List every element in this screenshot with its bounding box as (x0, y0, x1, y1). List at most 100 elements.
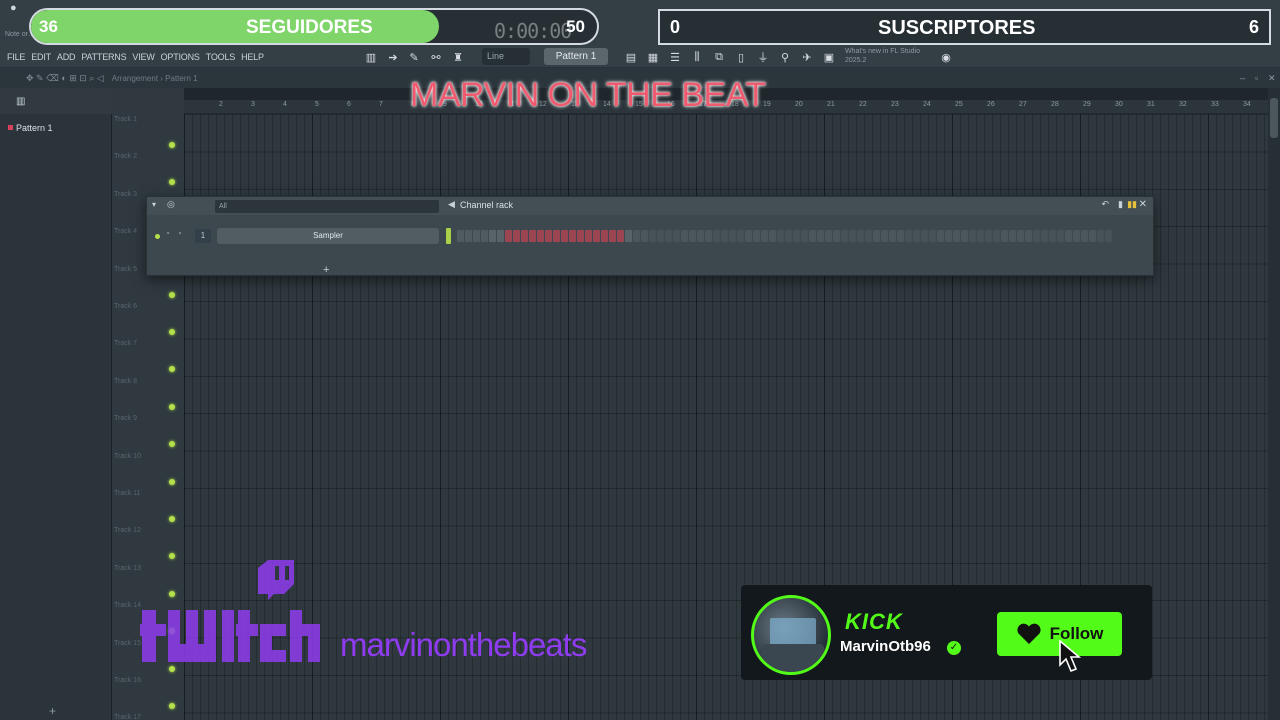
volume-knob-icon[interactable]: ◔ (177, 229, 182, 238)
step-button[interactable] (673, 230, 680, 242)
track-mute-led[interactable] (169, 478, 175, 485)
step-button[interactable] (825, 230, 832, 242)
track-label[interactable]: Track 10 (114, 453, 141, 460)
group-filter[interactable]: All (215, 200, 439, 213)
step-button[interactable] (585, 230, 592, 242)
step-button[interactable] (537, 230, 544, 242)
track-label[interactable]: Track 15 (114, 640, 141, 647)
channel-led[interactable] (155, 234, 160, 239)
step-button[interactable] (1049, 230, 1056, 242)
vertical-scrollbar[interactable] (1268, 88, 1280, 720)
step-button[interactable] (809, 230, 816, 242)
track-mute-led[interactable] (169, 403, 175, 410)
track-label[interactable]: Track 2 (114, 153, 137, 160)
step-button[interactable] (697, 230, 704, 242)
step-button[interactable] (521, 230, 528, 242)
steps-icon[interactable]: ▮▮ (1127, 199, 1137, 210)
channel-name-button[interactable]: Sampler (217, 228, 439, 244)
step-button[interactable] (833, 230, 840, 242)
step-button[interactable] (793, 230, 800, 242)
menu-tools[interactable]: TOOLS (203, 52, 238, 62)
pattern-select[interactable]: Pattern 1 (544, 48, 608, 65)
track-mute-led[interactable] (169, 516, 175, 522)
step-button[interactable] (969, 230, 976, 242)
edison-icon[interactable]: ⚲ (776, 48, 794, 66)
step-button[interactable] (857, 230, 864, 242)
arrow-icon[interactable]: ➔ (384, 48, 402, 66)
step-button[interactable] (937, 230, 944, 242)
step-button[interactable] (641, 230, 648, 242)
channel-number[interactable]: 1 (195, 229, 211, 243)
track-label[interactable]: Track 7 (114, 340, 137, 347)
track-label[interactable]: Track 11 (114, 490, 140, 497)
track-label[interactable]: Track 6 (114, 303, 137, 310)
step-button[interactable] (929, 230, 936, 242)
step-button[interactable] (1001, 230, 1008, 242)
track-label[interactable]: Track 12 (114, 527, 141, 534)
step-button[interactable] (993, 230, 1000, 242)
step-button[interactable] (617, 230, 624, 242)
step-button[interactable] (1017, 230, 1024, 242)
track-label[interactable]: Track 4 (114, 228, 137, 235)
step-button[interactable] (657, 230, 664, 242)
step-button[interactable] (473, 230, 480, 242)
step-button[interactable] (1057, 230, 1064, 242)
step-button[interactable] (649, 230, 656, 242)
add-pattern-button[interactable]: + (49, 704, 56, 718)
playlist-tools-icon[interactable]: ✥ ✎ ⌫ ◐ ⊞ ⊡ ⌕ ◁ (26, 73, 104, 84)
step-button[interactable] (553, 230, 560, 242)
step-button[interactable] (481, 230, 488, 242)
track-label[interactable]: Track 9 (114, 415, 137, 422)
step-button[interactable] (601, 230, 608, 242)
step-button[interactable] (913, 230, 920, 242)
breadcrumb[interactable]: Arrangement › Pattern 1 (112, 74, 198, 83)
add-channel-button[interactable]: + (323, 264, 329, 276)
step-button[interactable] (705, 230, 712, 242)
step-button[interactable] (961, 230, 968, 242)
globe-icon[interactable]: ◉ (937, 48, 955, 66)
step-button[interactable] (753, 230, 760, 242)
step-button[interactable] (633, 230, 640, 242)
menu-view[interactable]: VIEW (129, 52, 157, 62)
stamp-icon[interactable]: ♜ (449, 48, 467, 66)
step-button[interactable] (457, 230, 464, 242)
step-button[interactable] (689, 230, 696, 242)
track-label[interactable]: Track 16 (114, 677, 141, 684)
step-button[interactable] (817, 230, 824, 242)
step-button[interactable] (609, 230, 616, 242)
step-button[interactable] (577, 230, 584, 242)
step-button[interactable] (785, 230, 792, 242)
step-button[interactable] (953, 230, 960, 242)
maximize-icon[interactable]: ▫ (1255, 73, 1258, 83)
step-button[interactable] (1073, 230, 1080, 242)
step-button[interactable] (881, 230, 888, 242)
step-button[interactable] (801, 230, 808, 242)
step-button[interactable] (681, 230, 688, 242)
piano-keys-icon[interactable]: ▥ (16, 96, 25, 107)
step-button[interactable] (745, 230, 752, 242)
link-icon[interactable]: ⚯ (427, 48, 445, 66)
step-button[interactable] (561, 230, 568, 242)
step-button[interactable] (849, 230, 856, 242)
step-button[interactable] (513, 230, 520, 242)
channel-rack-icon[interactable]: ☰ (666, 48, 684, 66)
apple-icon[interactable]: ● (10, 2, 17, 14)
step-button[interactable] (985, 230, 992, 242)
notes-icon[interactable]: ▣ (820, 48, 838, 66)
step-button[interactable] (945, 230, 952, 242)
step-button[interactable] (665, 230, 672, 242)
track-mute-led[interactable] (169, 142, 175, 148)
step-button[interactable] (977, 230, 984, 242)
step-button[interactable] (729, 230, 736, 242)
browser-icon[interactable]: ▯ (732, 48, 750, 66)
step-button[interactable] (497, 230, 504, 242)
collapse-icon[interactable]: ▾ (152, 200, 156, 209)
step-button[interactable] (905, 230, 912, 242)
step-button[interactable] (1041, 230, 1048, 242)
graph-icon[interactable]: ▮ (1118, 199, 1123, 210)
step-button[interactable] (1033, 230, 1040, 242)
channel-select-indicator[interactable] (446, 228, 451, 244)
step-button[interactable] (1009, 230, 1016, 242)
undo-icon[interactable]: ↶ (1101, 199, 1109, 210)
browser-tab[interactable]: ▥ (0, 88, 112, 114)
